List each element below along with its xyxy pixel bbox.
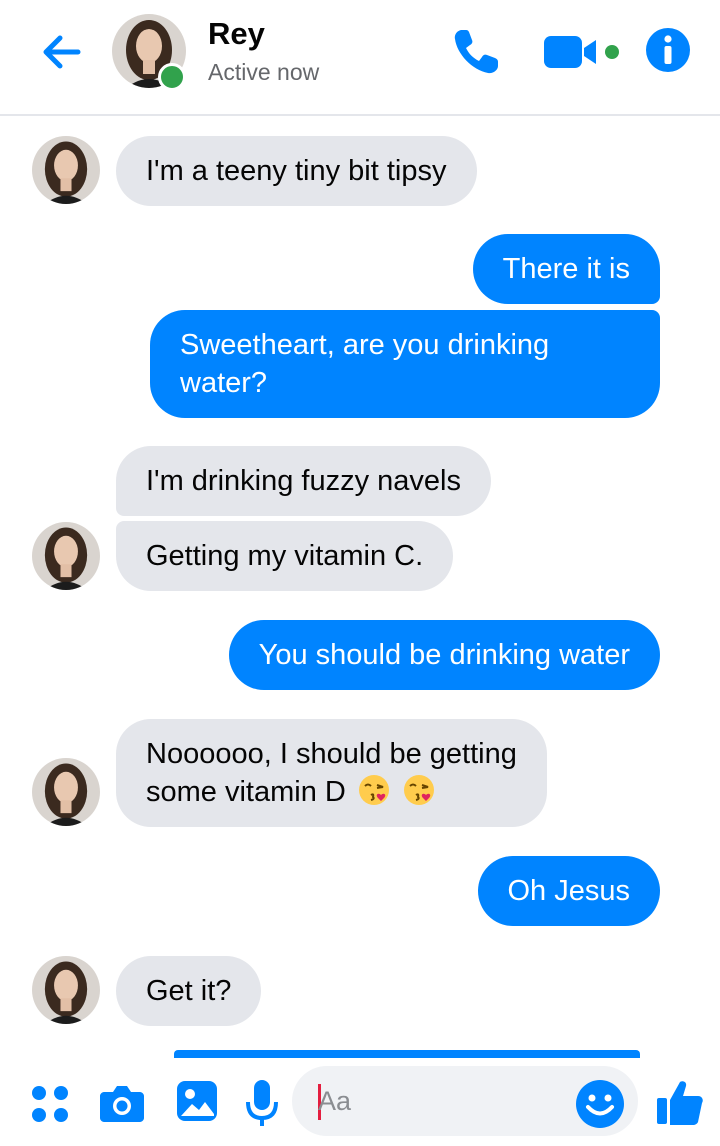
emoji-icon[interactable] — [574, 1078, 626, 1130]
active-status: Active now — [208, 59, 320, 85]
online-status-dot — [158, 63, 186, 91]
thumbs-up-icon[interactable] — [654, 1076, 706, 1128]
sender-avatar[interactable] — [32, 522, 100, 590]
sender-avatar[interactable] — [32, 136, 100, 204]
incoming-message[interactable]: Getting my vitamin C. — [116, 521, 454, 591]
sender-avatar[interactable] — [32, 956, 100, 1024]
outgoing-message[interactable]: You should be drinking water — [228, 620, 660, 690]
incoming-message[interactable]: Noooooo, I should be getting some vitami… — [116, 719, 547, 827]
outgoing-message[interactable]: Sweetheart, are you drinking water? — [150, 310, 660, 418]
kissing-heart-emoji — [403, 775, 434, 805]
chat-header: Rey Active now — [0, 0, 720, 116]
outgoing-message[interactable]: Oh Jesus — [477, 856, 660, 926]
camera-icon[interactable] — [98, 1080, 146, 1126]
info-icon[interactable] — [644, 26, 692, 74]
phone-icon[interactable] — [448, 24, 504, 80]
message-line: Noooooo, I should be getting — [146, 738, 517, 770]
message-input-placeholder: Aa — [318, 1086, 352, 1116]
kissing-heart-emoji — [358, 775, 389, 805]
outgoing-message[interactable]: There it is — [472, 234, 660, 304]
incoming-message[interactable]: I'm drinking fuzzy navels — [116, 446, 491, 516]
message-line-text: some vitamin D — [146, 776, 346, 808]
video-camera-icon[interactable] — [542, 32, 626, 72]
back-arrow-icon[interactable] — [38, 28, 86, 76]
microphone-icon[interactable] — [244, 1078, 280, 1128]
incoming-message[interactable]: I'm a teeny tiny bit tipsy — [116, 136, 477, 206]
contact-name[interactable]: Rey — [208, 16, 265, 52]
apps-grid-icon[interactable] — [28, 1082, 72, 1126]
sender-avatar[interactable] — [32, 758, 100, 826]
message-line: some vitamin D — [146, 773, 517, 811]
outgoing-message-partial — [174, 1050, 640, 1058]
incoming-message[interactable]: Get it? — [116, 956, 262, 1026]
photo-icon[interactable] — [174, 1078, 220, 1124]
